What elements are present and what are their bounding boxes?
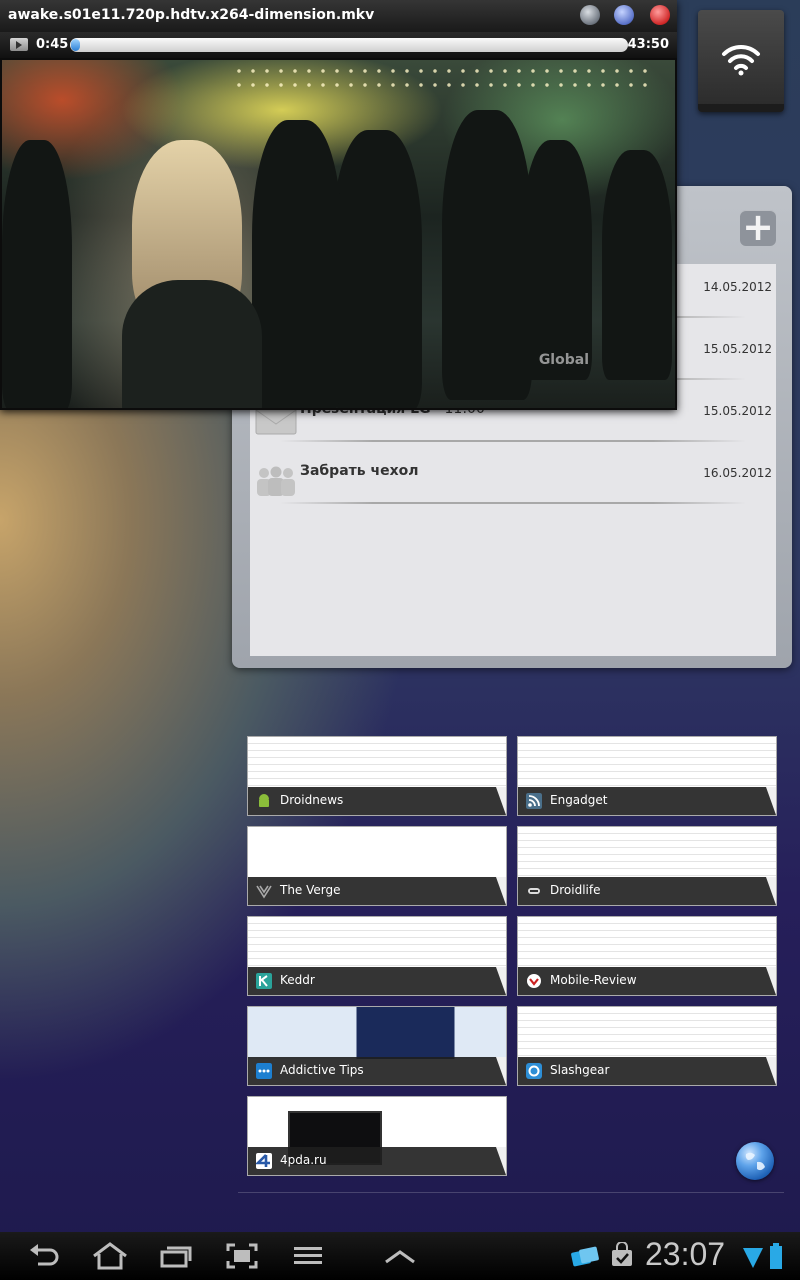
event-title: Забрать чехол (300, 463, 419, 479)
event-date: 16.05.2012 (703, 466, 772, 480)
bookmark-name: 4pda.ru (280, 1153, 327, 1167)
bookmark-label-bar: Addictive Tips (248, 1057, 506, 1085)
bookmark-thumbnail (518, 737, 776, 789)
home-icon[interactable] (90, 1240, 130, 1272)
video-player-window[interactable]: awake.s01e11.720p.hdtv.x264-dimension.mk… (0, 0, 677, 410)
wifi-toggle-widget[interactable] (698, 10, 784, 112)
video-figure (122, 280, 262, 408)
system-navigation-bar: 23:07 (0, 1232, 800, 1280)
mobile-review-icon (527, 974, 541, 988)
menu-icon[interactable] (288, 1240, 328, 1272)
seek-progress (71, 39, 81, 51)
droidlife-icon (528, 888, 540, 894)
bookmark-name: Mobile-Review (550, 973, 637, 987)
shopping-bag-icon[interactable] (610, 1242, 634, 1268)
bookmark-the-verge[interactable]: The Verge (247, 826, 507, 906)
back-icon[interactable] (24, 1240, 64, 1272)
bookmark-name: Droidlife (550, 883, 601, 897)
divider (238, 1192, 784, 1193)
addictive-tips-icon (256, 1063, 272, 1079)
bookmark-name: Addictive Tips (280, 1063, 364, 1077)
bookmark-name: Engadget (550, 793, 608, 807)
globe-icon (745, 1152, 765, 1171)
bookmark-thumbnail (518, 827, 776, 879)
bookmark-droidnews[interactable]: Droidnews (247, 736, 507, 816)
bookmark-engadget[interactable]: Engadget (517, 736, 777, 816)
bookmark-label-bar: Mobile-Review (518, 967, 776, 995)
video-figure (252, 120, 342, 408)
people-icon (257, 466, 295, 496)
minimize-button[interactable] (580, 5, 600, 25)
bookmark-thumbnail (248, 917, 506, 969)
event-date: 15.05.2012 (703, 342, 772, 356)
video-figure (602, 150, 672, 380)
divider (280, 502, 746, 504)
video-figure (2, 140, 72, 408)
bookmark-label-bar: 4pda.ru (248, 1147, 506, 1175)
slashgear-icon (526, 1063, 542, 1079)
verge-icon (256, 885, 272, 899)
bookmark-name: Slashgear (550, 1063, 610, 1077)
video-figure (442, 110, 532, 400)
divider (280, 440, 746, 442)
add-event-button[interactable]: + (740, 208, 776, 246)
bookmark-label-bar: Droidlife (518, 877, 776, 905)
close-button[interactable] (650, 5, 670, 25)
event-date: 14.05.2012 (703, 280, 772, 294)
bookmark-addictive-tips[interactable]: Addictive Tips (247, 1006, 507, 1086)
keddr-icon (256, 973, 272, 989)
battery-icon (770, 1243, 782, 1269)
bookmark-thumbnail (248, 1007, 506, 1059)
event-date: 15.05.2012 (703, 404, 772, 418)
bookmark-label-bar: Droidnews (248, 787, 506, 815)
bookmark-thumbnail (518, 1007, 776, 1059)
bookmark-name: Keddr (280, 973, 315, 987)
widget-base (698, 104, 784, 112)
seek-bar[interactable] (70, 38, 628, 52)
bookmark-4pda[interactable]: 4pda.ru (247, 1096, 507, 1176)
video-frame[interactable]: Global (2, 60, 675, 408)
carnival-lights (232, 64, 652, 94)
bookmark-thumbnail (248, 737, 506, 789)
bookmark-label-bar: Keddr (248, 967, 506, 995)
bookmark-slashgear[interactable]: Slashgear (517, 1006, 777, 1086)
list-item[interactable]: Забрать чехол 16.05.2012 (250, 450, 776, 512)
bookmark-name: Droidnews (280, 793, 344, 807)
channel-logo: Global (538, 352, 589, 368)
screenshot-icon[interactable] (222, 1240, 262, 1272)
4pda-icon (256, 1153, 272, 1169)
video-figure (522, 140, 592, 380)
wifi-signal-icon (743, 1248, 763, 1268)
clock[interactable]: 23:07 (645, 1236, 725, 1273)
cards-notification-icon[interactable] (570, 1242, 602, 1270)
rss-icon (526, 793, 542, 809)
bookmark-mobile-review[interactable]: Mobile-Review (517, 916, 777, 996)
browser-globe-icon[interactable] (736, 1142, 774, 1180)
window-titlebar[interactable]: awake.s01e11.720p.hdtv.x264-dimension.mk… (0, 0, 677, 32)
recent-apps-icon[interactable] (156, 1240, 196, 1272)
current-time: 0:45 (36, 37, 69, 52)
mini-apps-tray-icon[interactable] (380, 1240, 420, 1272)
bookmark-droidlife[interactable]: Droidlife (517, 826, 777, 906)
video-figure (332, 130, 422, 408)
bookmark-label-bar: Slashgear (518, 1057, 776, 1085)
total-time: 43:50 (627, 37, 669, 52)
wifi-icon (722, 44, 760, 76)
bookmark-thumbnail (518, 917, 776, 969)
player-controls: 0:45 43:50 (0, 32, 677, 58)
bookmark-name: The Verge (280, 883, 341, 897)
bookmark-label-bar: Engadget (518, 787, 776, 815)
bookmark-thumbnail (248, 827, 506, 879)
maximize-button[interactable] (614, 5, 634, 25)
play-pause-icon[interactable] (10, 38, 28, 51)
bookmark-keddr[interactable]: Keddr (247, 916, 507, 996)
bookmark-label-bar: The Verge (248, 877, 506, 905)
android-icon (259, 794, 269, 807)
window-title: awake.s01e11.720p.hdtv.x264-dimension.mk… (8, 7, 375, 23)
